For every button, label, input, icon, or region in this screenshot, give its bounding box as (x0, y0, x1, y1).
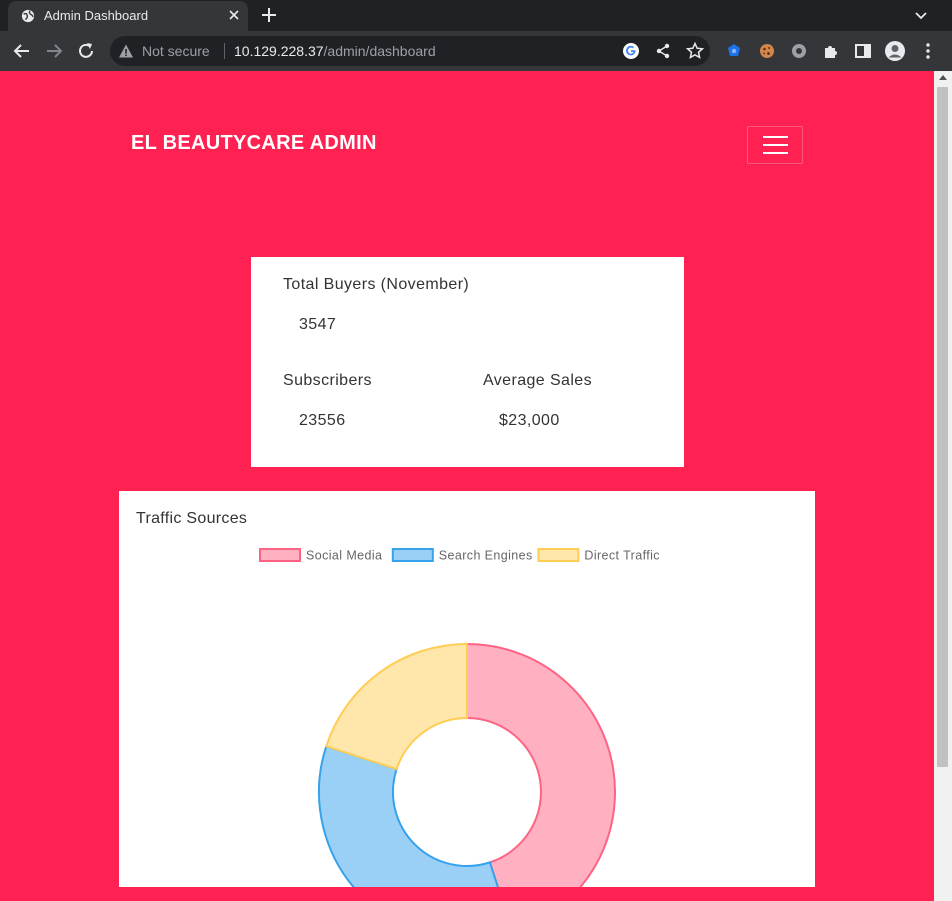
subscribers-value: 23556 (299, 412, 346, 429)
hamburger-bar (763, 136, 788, 138)
browser-tab-strip: Admin Dashboard (0, 0, 952, 31)
security-status[interactable]: Not secure (142, 43, 210, 59)
back-arrow-icon[interactable] (12, 41, 32, 61)
legend-swatch (391, 548, 434, 562)
browser-toolbar: Not secure 10.129.228.37/admin/dashboard (0, 31, 952, 71)
new-tab-icon[interactable] (260, 6, 278, 24)
kebab-menu-icon[interactable] (918, 41, 938, 61)
legend-swatch (259, 548, 301, 562)
profile-avatar-icon[interactable] (884, 40, 906, 62)
traffic-sources-card: Traffic Sources Social Media Search Engin… (119, 491, 815, 887)
omnibox-divider (224, 43, 225, 59)
cookie-icon[interactable] (757, 41, 777, 61)
legend-item-direct-traffic[interactable]: Direct Traffic (537, 548, 660, 563)
average-sales-value: $23,000 (499, 412, 560, 429)
legend-item-social-media[interactable]: Social Media (259, 548, 382, 563)
url-path: /admin/dashboard (323, 43, 436, 59)
tab-title: Admin Dashboard (44, 8, 149, 23)
bookmark-star-icon[interactable] (685, 41, 705, 61)
legend-swatch (537, 548, 580, 562)
hamburger-bar (763, 144, 788, 146)
menu-toggle-button[interactable] (747, 126, 803, 164)
stats-card: Total Buyers (November) 3547 Subscribers… (251, 257, 684, 467)
address-bar[interactable]: Not secure 10.129.228.37/admin/dashboard (110, 36, 710, 66)
warning-icon[interactable] (118, 43, 134, 59)
side-panel-icon[interactable] (853, 41, 873, 61)
total-buyers-label: Total Buyers (November) (283, 276, 470, 293)
average-sales-label: Average Sales (483, 372, 592, 389)
share-icon[interactable] (653, 41, 673, 61)
extension-gear-icon[interactable] (789, 41, 809, 61)
close-icon[interactable] (226, 7, 242, 23)
puzzle-icon[interactable] (821, 41, 841, 61)
url-text[interactable]: 10.129.228.37/admin/dashboard (234, 43, 436, 59)
vertical-scrollbar[interactable] (934, 71, 952, 901)
slice-search-engines[interactable] (318, 745, 513, 887)
traffic-doughnut-chart: Social Media Search Engines Direct Traffic (259, 548, 660, 887)
slice-direct-traffic[interactable] (324, 642, 468, 771)
forward-arrow-icon[interactable] (44, 41, 64, 61)
scroll-up-arrow-icon[interactable] (939, 75, 947, 80)
scrollbar-thumb[interactable] (937, 87, 948, 767)
chevron-down-icon[interactable] (913, 8, 929, 24)
url-host: 10.129.228.37 (234, 43, 324, 59)
site-brand[interactable]: EL BEAUTYCARE ADMIN (131, 132, 377, 155)
legend-item-search-engines[interactable]: Search Engines (391, 548, 533, 563)
browser-tab[interactable]: Admin Dashboard (8, 1, 248, 31)
hamburger-bar (763, 152, 788, 154)
total-buyers-value: 3547 (299, 316, 337, 333)
globe-icon (21, 9, 35, 23)
extension-blue-icon[interactable] (724, 41, 744, 61)
slice-social-media[interactable] (466, 642, 616, 887)
legend-label: Search Engines (439, 549, 533, 563)
subscribers-label: Subscribers (283, 372, 372, 389)
page-viewport: EL BEAUTYCARE ADMIN Total Buyers (Novemb… (0, 71, 934, 901)
google-icon[interactable] (621, 41, 641, 61)
reload-icon[interactable] (76, 41, 96, 61)
legend-label: Direct Traffic (584, 549, 660, 563)
legend-label: Social Media (306, 549, 382, 563)
